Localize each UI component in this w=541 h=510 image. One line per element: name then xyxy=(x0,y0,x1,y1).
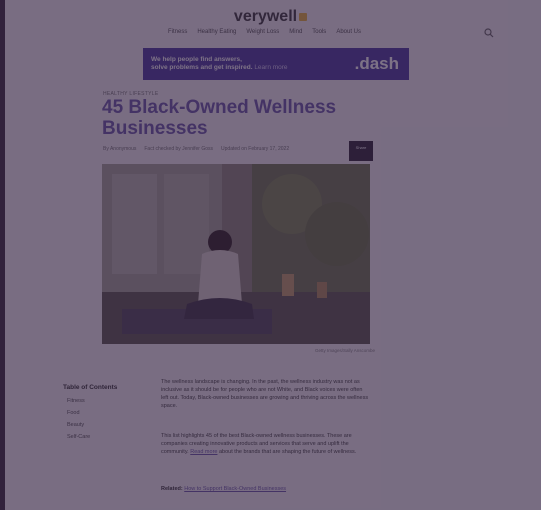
nav-item-fitness[interactable]: Fitness xyxy=(168,29,187,35)
ad-subline: solve problems and get inspired. xyxy=(151,64,253,71)
share-label: Share xyxy=(355,145,367,150)
nav-item-about-us[interactable]: About Us xyxy=(336,29,361,35)
body-paragraph-2-text-end: about the brands that are shaping the fu… xyxy=(217,449,357,455)
left-edge-strip xyxy=(0,0,5,510)
nav-item-healthy-eating[interactable]: Healthy Eating xyxy=(197,29,236,35)
search-icon[interactable] xyxy=(484,28,494,38)
body-inline-link[interactable]: Read more xyxy=(190,449,217,455)
toc-item-fitness[interactable]: Fitness xyxy=(67,398,85,404)
related-link[interactable]: How to Support Black-Owned Businesses xyxy=(184,486,286,492)
main-nav: Fitness Healthy Eating Weight Loss Mind … xyxy=(168,29,408,35)
image-caption: Getty Images/Sally Anscombe xyxy=(314,348,375,353)
hero-image xyxy=(102,164,370,344)
nav-item-weight-loss[interactable]: Weight Loss xyxy=(246,29,279,35)
ad-banner[interactable]: We help people find answers, solve probl… xyxy=(143,48,409,80)
toc-item-self-care[interactable]: Self-Care xyxy=(67,434,90,440)
site-logo[interactable]: verywell xyxy=(0,8,541,26)
ad-cta-link[interactable]: Learn more xyxy=(254,64,287,71)
byline: By Anonymous Fact checked by Jennifer Go… xyxy=(103,146,289,152)
byline-author[interactable]: By Anonymous xyxy=(103,146,136,152)
body-paragraph-1: The wellness landscape is changing. In t… xyxy=(161,379,369,409)
share-button[interactable]: Share xyxy=(349,141,373,161)
ad-headline: We help people find answers, xyxy=(151,56,242,63)
logo-accent-icon xyxy=(299,12,308,21)
toc-item-beauty[interactable]: Beauty xyxy=(67,422,84,428)
byline-updated: Updated on February 17, 2022 xyxy=(221,146,290,152)
toc-item-food[interactable]: Food xyxy=(67,410,80,416)
article-page: verywell Fitness Healthy Eating Weight L… xyxy=(0,0,541,510)
body-paragraph-3: Related: How to Support Black-Owned Busi… xyxy=(161,485,371,493)
ad-text: We help people find answers, solve probl… xyxy=(151,56,341,72)
ad-brand: .dash xyxy=(354,54,399,73)
byline-reviewed[interactable]: Fact checked by Jennifer Goss xyxy=(144,146,213,152)
related-label: Related: xyxy=(161,486,183,492)
toc-title: Table of Contents xyxy=(63,384,118,391)
logo-text: verywell xyxy=(233,8,298,25)
page-title: 45 Black-Owned Wellness Businesses xyxy=(102,97,337,139)
nav-item-tools[interactable]: Tools xyxy=(312,29,326,35)
nav-item-mind[interactable]: Mind xyxy=(289,29,302,35)
body-paragraph-2: This list highlights 45 of the best Blac… xyxy=(161,432,371,456)
